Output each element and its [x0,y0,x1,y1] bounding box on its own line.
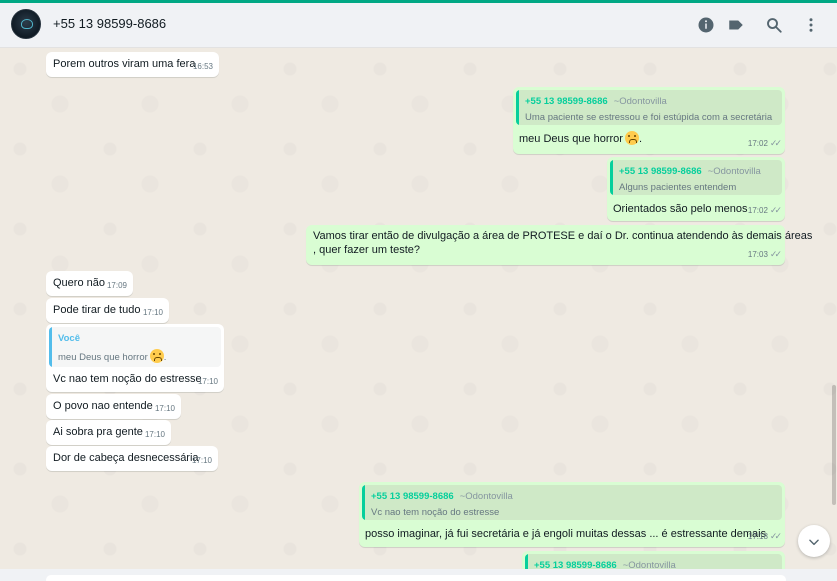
chevron-down-icon [809,539,819,546]
tired-face-emoji [149,349,164,363]
message-text-line: Vamos tirar então de divulgação a área d… [313,230,813,242]
message-outgoing[interactable]: +55 13 98599-8686 ~Odontovilla [522,551,785,569]
message-time: 17:03 ✓✓ [748,247,782,262]
message-time: 17:02 ✓✓ [748,203,782,218]
quoted-message[interactable]: Você meu Deus que horror. [49,327,221,367]
message-time: 17:10 [197,377,218,386]
contact-name[interactable]: +55 13 98599-8686 [53,16,166,31]
tired-face-emoji [624,131,639,145]
double-check-icon: ✓✓ [769,138,782,148]
message-text-line: , quer fazer um teste? [313,244,420,256]
message-time: 17:09 [106,281,127,290]
message-time: 17:18 ✓✓ [748,529,782,544]
message-text: Vc nao tem noção do estresse [53,373,202,385]
message-time: 17:10 [191,456,212,465]
chat-header: +55 13 98599-8686 [0,3,837,48]
message-text: posso imaginar, já fui secretária e já e… [365,528,767,540]
message-incoming[interactable]: Porem outros viram uma fera 16:53 [46,52,219,77]
message-body: meu Deus que horror. [519,131,642,147]
message-list[interactable]: Porem outros viram uma fera 16:53 +55 13… [0,49,837,569]
info-icon[interactable] [697,16,715,34]
quote-author: +55 13 98599-8686 ~Odontovilla [534,560,676,569]
message-incoming[interactable]: Pode tirar de tudo 17:10 [46,298,169,323]
chat-scrollbar[interactable] [832,385,836,505]
quote-author-tag: ~Odontovilla [707,166,761,177]
double-check-icon: ✓✓ [769,249,782,259]
double-check-icon: ✓✓ [769,531,782,541]
message-text: Ai sobra pra gente [53,426,143,438]
message-time: 17:10 [144,430,165,439]
quoted-message[interactable]: +55 13 98599-8686 ~Odontovilla [525,554,782,569]
quote-text: Uma paciente se estressou e foi estúpida… [525,112,773,123]
message-outgoing[interactable]: +55 13 98599-8686 ~Odontovilla Alguns pac… [607,157,785,221]
message-time: 16:53 [192,62,213,71]
quote-text: Vc nao tem noção do estresse [371,507,500,518]
message-incoming[interactable]: Dor de cabeça desnecessária 17:10 [46,446,218,471]
message-incoming[interactable]: Você meu Deus que horror. Vc nao tem noç… [46,324,224,392]
quote-author: +55 13 98599-8686 ~Odontovilla [371,491,513,502]
message-incoming[interactable]: Ai sobra pra gente 17:10 [46,420,171,445]
double-check-icon: ✓✓ [769,205,782,215]
message-text: Dor de cabeça desnecessária [53,452,199,464]
menu-icon[interactable] [802,16,820,34]
message-incoming[interactable]: O povo nao entende 17:10 [46,394,181,419]
message-outgoing[interactable]: +55 13 98599-8686 ~Odontovilla Uma pacien… [513,87,785,154]
avatar[interactable] [11,9,41,39]
search-icon[interactable] [765,16,783,34]
message-suffix: . [638,133,643,145]
quote-author-tag: ~Odontovilla [613,96,667,107]
quote-author: Você [58,333,81,344]
quote-text: meu Deus que horror. [58,349,166,365]
message-text: Porem outros viram uma fera [53,58,196,70]
quote-author-tag: ~Odontovilla [459,491,513,502]
label-icon[interactable] [727,16,745,34]
message-outgoing[interactable]: +55 13 98599-8686 ~Odontovilla Vc nao tem… [359,482,785,547]
message-time: 17:10 [154,404,175,413]
message-text: Quero não [53,277,105,289]
message-text: Orientados são pelo menos [613,203,748,215]
quoted-message[interactable]: +55 13 98599-8686 ~Odontovilla Vc nao tem… [362,485,782,520]
message-text: Pode tirar de tudo [53,304,141,316]
message-input[interactable] [46,575,786,581]
quote-author: +55 13 98599-8686 ~Odontovilla [525,96,667,107]
message-text: O povo nao entende [53,400,153,412]
message-text: meu Deus que horror [519,133,623,145]
scroll-to-bottom-button[interactable] [798,525,830,557]
message-time: 17:10 [142,308,163,317]
quote-author: +55 13 98599-8686 ~Odontovilla [619,166,761,177]
message-outgoing[interactable]: Vamos tirar então de divulgação a área d… [306,225,812,265]
quoted-message[interactable]: +55 13 98599-8686 ~Odontovilla Uma pacien… [516,90,782,125]
quoted-message[interactable]: +55 13 98599-8686 ~Odontovilla Alguns pac… [610,160,782,195]
quote-text: Alguns pacientes entendem [619,182,737,193]
quote-author-tag: ~Odontovilla [622,560,676,569]
message-incoming[interactable]: Quero não 17:09 [46,271,133,296]
message-time: 17:02 ✓✓ [748,136,782,151]
